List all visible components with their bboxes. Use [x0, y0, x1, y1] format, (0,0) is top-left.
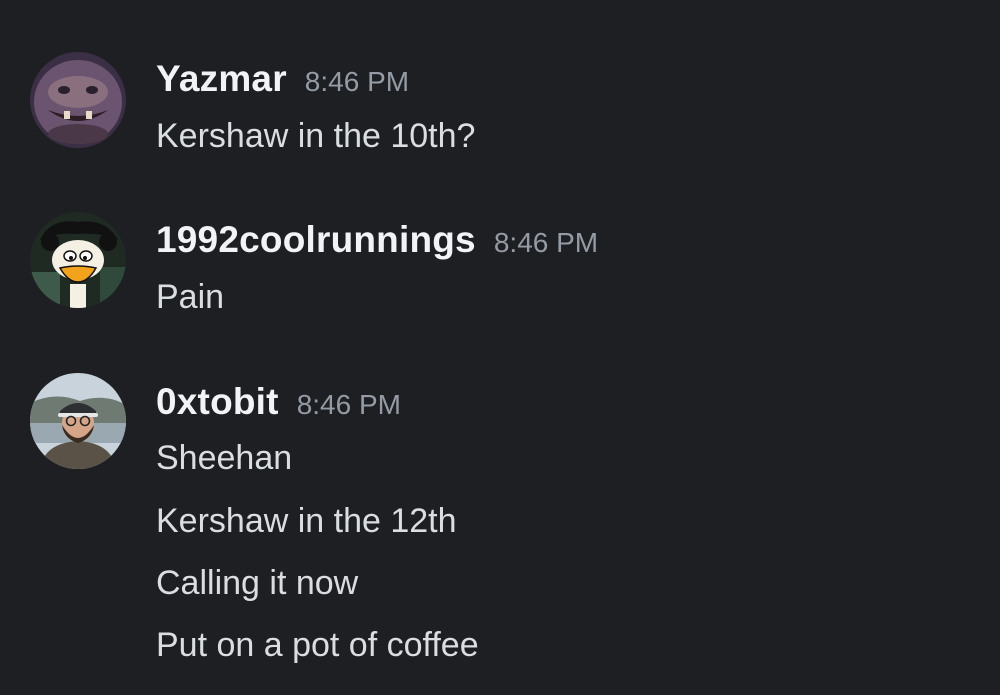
cartoon-duck-icon — [30, 212, 126, 308]
cartoon-duck-avatar[interactable] — [30, 212, 126, 308]
message-header: 0xtobit 8:46 PM — [156, 381, 401, 423]
timestamp: 8:46 PM — [493, 227, 599, 258]
message-text: Put on a pot of coffee — [156, 626, 479, 664]
man-with-cap-photo-avatar[interactable] — [30, 373, 126, 469]
timestamp: 8:46 PM — [304, 66, 410, 97]
creature-face-avatar[interactable] — [30, 52, 126, 148]
message-text: Kershaw in the 10th? — [156, 117, 476, 155]
message-text: Pain — [156, 278, 225, 316]
man-with-cap-photo-icon — [30, 373, 126, 469]
message-text: Kershaw in the 12th — [156, 502, 457, 540]
username[interactable]: Yazmar — [156, 58, 287, 99]
message-text: Calling it now — [156, 564, 359, 602]
username[interactable]: 0xtobit — [156, 381, 279, 422]
message-header: Yazmar 8:46 PM — [156, 58, 409, 100]
message-header: 1992coolrunnings 8:46 PM — [156, 219, 598, 261]
message-text: Sheehan — [156, 439, 293, 477]
creature-face-icon — [30, 52, 126, 148]
timestamp: 8:46 PM — [296, 389, 401, 420]
username[interactable]: 1992coolrunnings — [156, 219, 476, 260]
